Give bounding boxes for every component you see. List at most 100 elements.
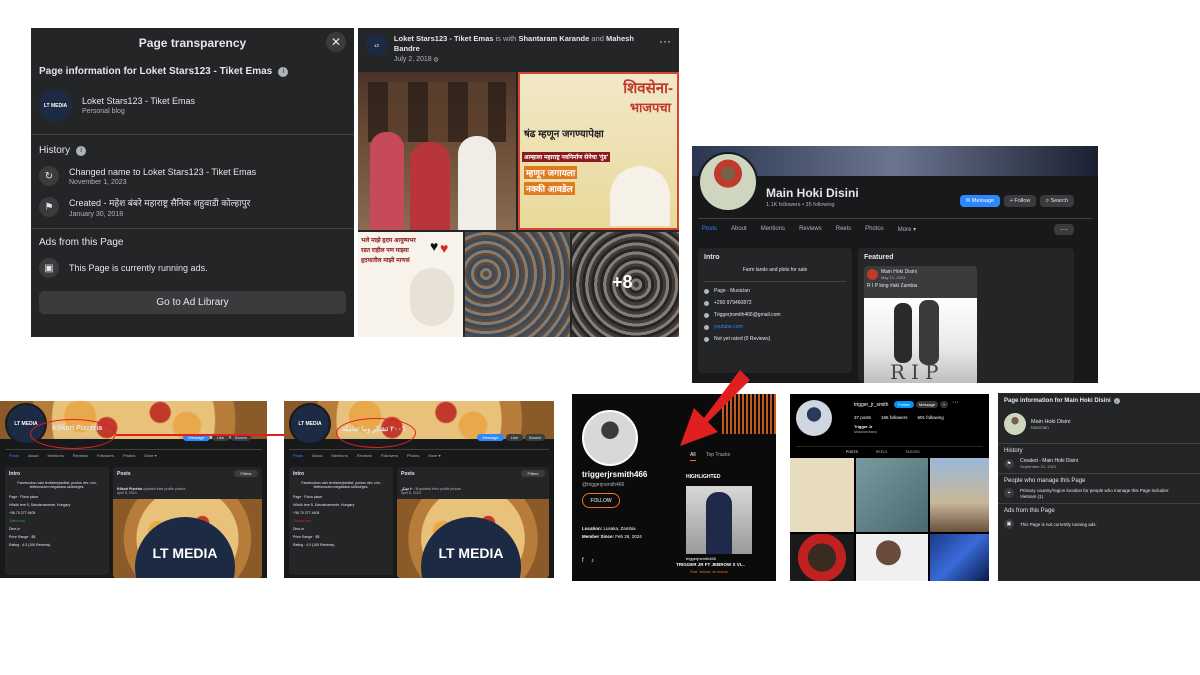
more-options-icon[interactable]: ··· (659, 34, 671, 65)
featured-card: Featured Main Hoki Disini May 12, 2023 R… (858, 248, 1074, 383)
poster-line: आम्हाला महाराष्ट्र नवनिर्माण सेनेचा 'गुं… (522, 152, 611, 162)
tab-mentions[interactable]: Mentions (43, 453, 67, 458)
page-info-panel: Page information for Main Hoki Disini i … (998, 393, 1200, 581)
author-avatar[interactable]: LT (366, 34, 388, 56)
author-avatar (867, 269, 878, 280)
tab-photos[interactable]: Photos (403, 453, 423, 458)
message-button[interactable]: ✉ Message (960, 195, 1000, 207)
featured-image[interactable]: RIP (864, 298, 977, 383)
intro-row: +36 70 277 4405 (9, 511, 36, 515)
tab-reviews[interactable]: Reviews (69, 453, 92, 458)
tab-about[interactable]: About (727, 226, 751, 233)
following-count[interactable]: 601 following (918, 415, 944, 420)
post-author[interactable]: Loket Stars123 - Tiket Emas (394, 34, 494, 43)
tab-posts[interactable]: Posts (289, 453, 307, 458)
track-artist[interactable]: triggerjrsmith466 (686, 556, 716, 561)
track-title[interactable]: TRIGGER JR FT JEBROW X VI... (676, 562, 745, 567)
tab-mentions[interactable]: Mentions (757, 226, 789, 233)
follower-stats[interactable]: 1.1K followers • 35 following (766, 202, 835, 208)
history-item-text: Created - महेश बंबरे महाराष्ट्र सैनिक शह… (69, 198, 251, 208)
tab-reels[interactable]: REELS (876, 450, 887, 454)
tab-about[interactable]: About (24, 453, 42, 458)
tiktok-icon[interactable]: ♪ (591, 558, 594, 564)
profile-picture[interactable] (796, 400, 832, 436)
like-button[interactable]: Like (506, 434, 523, 441)
email-icon (704, 312, 709, 318)
crowd-image-more[interactable]: +8 (572, 232, 679, 337)
poster-line: षंढ म्हणून जगण्यापेक्षा (524, 129, 604, 140)
more-options-icon[interactable]: ··· (952, 399, 959, 406)
with-text: is with (495, 34, 517, 43)
crowd-image[interactable] (465, 232, 570, 337)
tab-more[interactable]: More ▾ (894, 226, 920, 233)
name-highlight-circle (336, 418, 416, 448)
filters-button[interactable]: Filters (521, 470, 545, 477)
message-button[interactable]: Message (916, 401, 938, 408)
profile-picture[interactable] (698, 152, 758, 212)
featured-date: May 12, 2023 (881, 275, 906, 280)
page-avatar[interactable]: LT MEDIA (289, 403, 331, 445)
more-photos-count[interactable]: +8 (612, 272, 633, 293)
page-name[interactable]: Loket Stars123 - Tiket Emas (82, 96, 195, 106)
page-info-heading: Page information for Main Hoki Disini (1004, 398, 1111, 404)
track-artwork[interactable] (686, 486, 752, 554)
tab-posts[interactable]: Posts (5, 453, 23, 458)
follow-button[interactable]: FOLLOW (582, 493, 620, 508)
search-button[interactable]: ⌕ Search (1040, 195, 1074, 207)
ads-heading: Ads from this Page (1004, 508, 1055, 514)
post-date[interactable]: July 2, 2018 (394, 56, 432, 63)
grid-photo[interactable] (790, 458, 854, 532)
tab-more[interactable]: More ▾ (424, 453, 444, 458)
message-button[interactable]: Message (477, 434, 504, 441)
tab-more[interactable]: More ▾ (140, 453, 160, 458)
suggest-icon[interactable]: + (940, 401, 948, 408)
grid-photo[interactable] (930, 534, 989, 581)
follow-button[interactable]: Follow (894, 401, 914, 408)
tab-followers[interactable]: Followers (377, 453, 402, 458)
go-to-ad-library-button[interactable]: Go to Ad Library (39, 291, 346, 314)
profile-picture[interactable] (582, 410, 638, 466)
search-button[interactable]: Search (525, 434, 545, 441)
more-options-icon[interactable]: ··· (1054, 224, 1074, 235)
annotation-arrow (680, 370, 750, 446)
tab-posts[interactable]: Posts (698, 226, 721, 233)
website-link[interactable]: youtube.com (714, 324, 743, 330)
close-icon[interactable]: ✕ (326, 32, 346, 52)
filters-button[interactable]: Filters (234, 470, 258, 477)
post-photo-group[interactable] (358, 72, 516, 230)
poster-line: म्हणून जगायला (524, 166, 578, 179)
info-icon[interactable]: i (76, 145, 87, 156)
info-icon[interactable]: i (1113, 398, 1120, 404)
grid-photo[interactable] (856, 458, 928, 532)
tab-photos[interactable]: Photos (119, 453, 139, 458)
category: Musician/band (854, 430, 877, 434)
location-label: Location: (582, 526, 603, 531)
tab-tagged[interactable]: TAGGED (905, 450, 920, 454)
tab-about[interactable]: About (308, 453, 326, 458)
teddy-bear-image[interactable]: भले माझे हृदय आयुष्यभर रडत राहील पण माझ्… (358, 232, 463, 337)
tab-posts[interactable]: POSTS (846, 450, 858, 454)
display-name: Trigger Jr (854, 424, 873, 429)
grid-photo[interactable] (790, 534, 854, 581)
tab-reviews[interactable]: Reviews (353, 453, 376, 458)
and-text: and (591, 34, 604, 43)
political-poster[interactable]: शिवसेना- भाजपचा षंढ म्हणून जगण्यापेक्षा … (518, 72, 679, 230)
tab-reviews[interactable]: Reviews (795, 226, 826, 233)
followers-count[interactable]: 166 followers (881, 415, 908, 420)
grid-photo[interactable] (930, 458, 989, 532)
info-icon (704, 288, 709, 294)
grid-photo[interactable] (856, 534, 928, 581)
info-icon[interactable]: i (278, 66, 289, 77)
link-icon (704, 324, 709, 330)
intro-row: Not yet rated (0 Reviews) (714, 336, 771, 342)
tab-reels[interactable]: Reels (832, 226, 855, 233)
track-feat: Feat. Jebrow, vic bronze (690, 570, 728, 574)
tab-followers[interactable]: Followers (93, 453, 118, 458)
username: trigger_jr_smith (854, 402, 889, 408)
follow-button[interactable]: + Follow (1004, 195, 1036, 207)
tagged-person[interactable]: Shantaram Karande (518, 34, 589, 43)
tab-photos[interactable]: Photos (861, 226, 888, 233)
page-name[interactable]: Main Hoki Disini (1031, 419, 1070, 425)
facebook-icon[interactable]: f (582, 558, 584, 564)
tab-mentions[interactable]: Mentions (327, 453, 351, 458)
